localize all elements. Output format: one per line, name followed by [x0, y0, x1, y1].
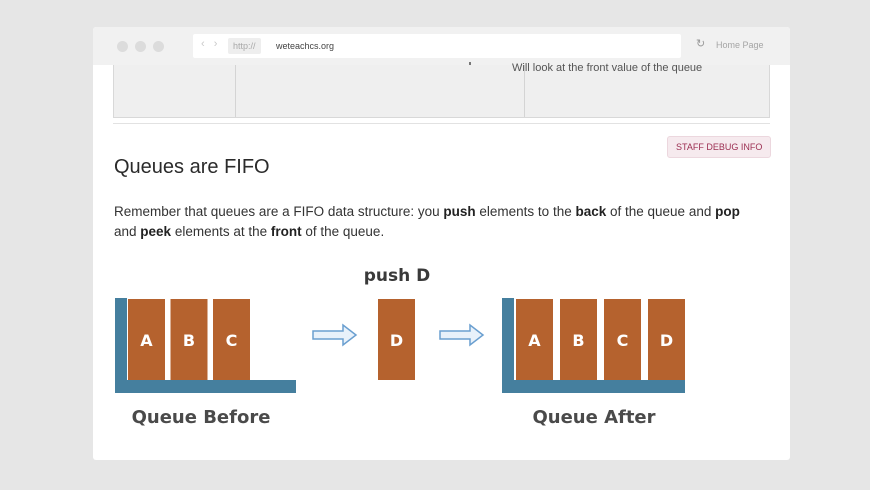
pushed-element-label: D [390, 331, 403, 350]
queue-before-element-label: B [183, 331, 195, 350]
queue-after-element-label: A [528, 331, 541, 350]
queue-diagram: A B C D push D A B C D Queue Before Queue Aft… [115, 266, 685, 428]
right-arrow-icon [439, 323, 485, 347]
queue-before-floor [115, 380, 296, 393]
queue-after-items: A B C D [516, 299, 685, 380]
queue-after-wall [502, 298, 514, 393]
push-label: push D [364, 266, 431, 286]
queue-before-items: A B C [128, 299, 250, 380]
queue-before-element-label: C [226, 331, 238, 350]
queue-before-caption: Queue Before [132, 407, 271, 428]
queue-after-element-label: D [660, 331, 673, 350]
queue-before-element-label: A [140, 331, 153, 350]
right-arrow-icon [312, 323, 358, 347]
queue-after-floor [502, 380, 685, 393]
queue-after-element-label: B [572, 331, 584, 350]
queue-after-element-label: C [617, 331, 629, 350]
queue-before-wall [115, 298, 127, 393]
queue-after-caption: Queue After [532, 407, 655, 428]
